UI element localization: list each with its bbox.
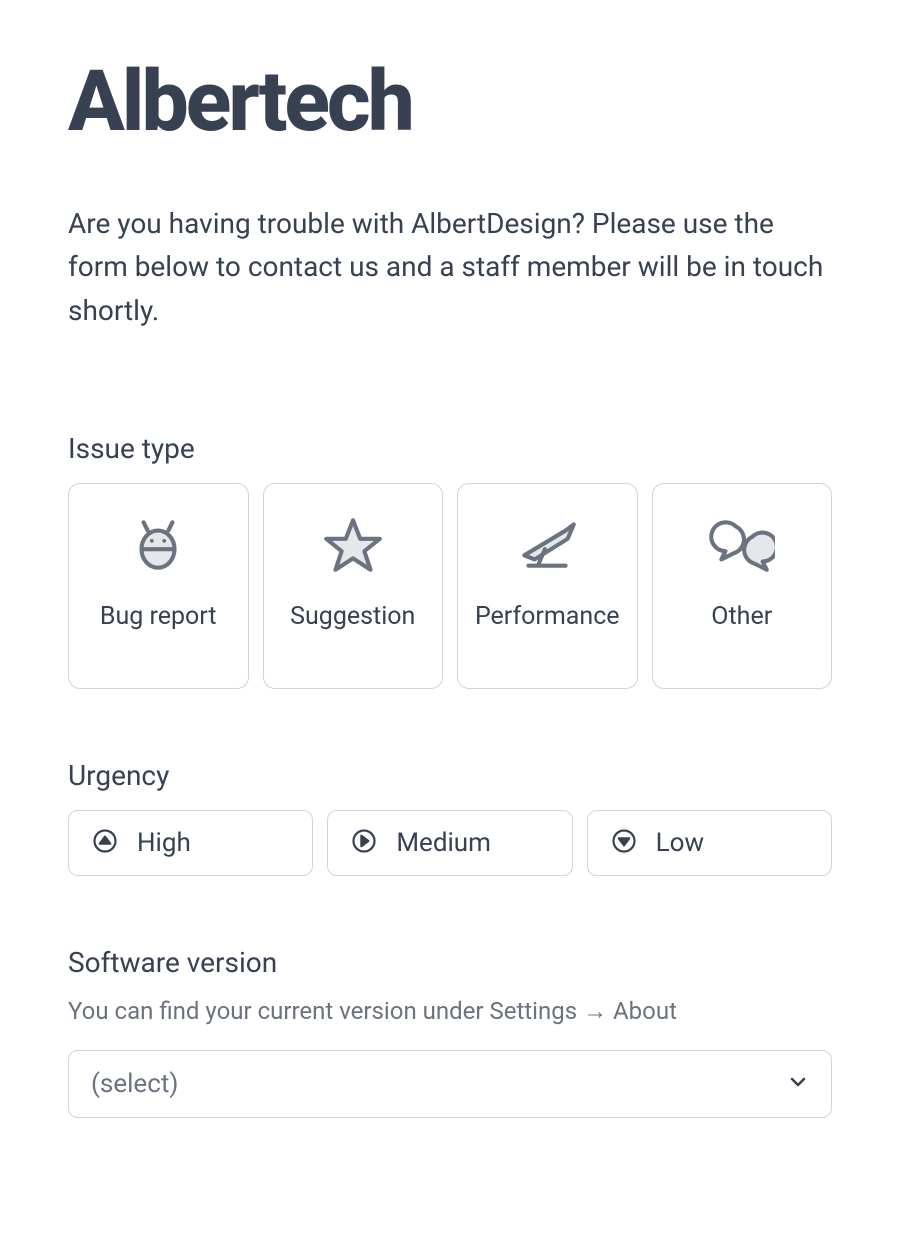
urgency-option-label: High [137,828,191,858]
chats-icon [709,512,775,600]
urgency-section: Urgency High Medium [68,759,832,876]
caret-circle-down-icon [610,827,638,859]
version-label: Software version [68,946,832,979]
issue-type-section: Issue type Bug report Sugge [68,432,832,689]
issue-option-label: Other [711,600,772,634]
urgency-option-medium[interactable]: Medium [327,810,572,876]
urgency-options: High Medium Low [68,810,832,876]
issue-option-suggestion[interactable]: Suggestion [263,483,444,689]
issue-option-label: Bug report [100,600,217,634]
airplane-icon [514,512,580,600]
star-icon [320,512,386,600]
urgency-label: Urgency [68,759,832,792]
version-select-value[interactable]: (select) [68,1050,832,1118]
issue-option-other[interactable]: Other [652,483,833,689]
version-helper-text: You can find your current version under … [68,997,832,1026]
urgency-option-high[interactable]: High [68,810,313,876]
brand-title: Albertech [68,60,832,144]
urgency-option-label: Medium [396,828,491,858]
issue-option-performance[interactable]: Performance [457,483,638,689]
version-section: Software version You can find your curre… [68,946,832,1118]
issue-option-label: Performance [475,600,620,634]
urgency-option-low[interactable]: Low [587,810,832,876]
issue-type-options: Bug report Suggestion Performance [68,483,832,689]
caret-circle-right-icon [350,827,378,859]
intro-text: Are you having trouble with AlbertDesign… [68,202,832,332]
issue-option-label: Suggestion [290,600,415,634]
issue-option-bug[interactable]: Bug report [68,483,249,689]
caret-circle-up-icon [91,827,119,859]
bug-icon [125,512,191,600]
urgency-option-label: Low [656,828,704,858]
version-select[interactable]: (select) [68,1050,832,1118]
issue-type-label: Issue type [68,432,832,465]
